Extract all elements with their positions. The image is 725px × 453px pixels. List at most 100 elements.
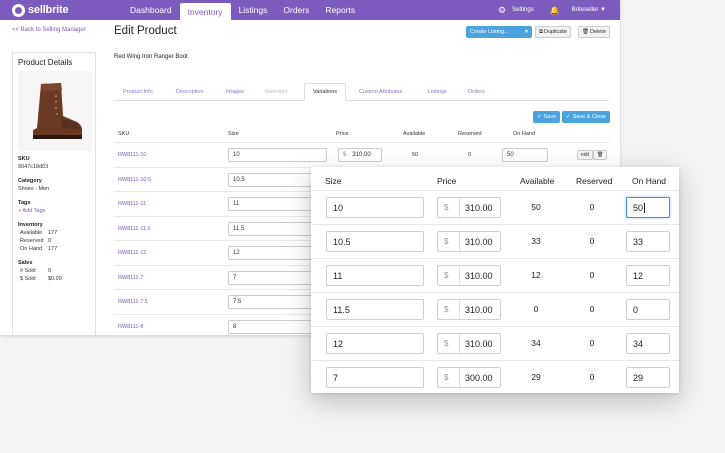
chevron-down-icon: ▼ (600, 7, 606, 13)
price-input[interactable]: $300.00 (437, 367, 501, 388)
tab-orders[interactable]: Orders (468, 83, 485, 101)
inventory-available-value: 177 (48, 230, 58, 236)
available-value: 12 (531, 270, 541, 280)
gear-icon[interactable]: ⚙ (498, 5, 506, 16)
divider (311, 292, 679, 293)
onhand-input[interactable]: 34 (626, 333, 670, 354)
back-link[interactable]: << Back to Selling Manager (12, 27, 86, 33)
delete-button[interactable]: 🗑 Delete (578, 26, 610, 38)
variation-sku-link[interactable]: RW8111-12 (118, 250, 146, 256)
onhand-input[interactable]: 0 (626, 299, 670, 320)
currency-symbol: $ (444, 300, 460, 319)
logo-mark-icon (12, 3, 25, 17)
screenshot-root: sellbrite Dashboard Inventory Listings O… (0, 0, 725, 453)
divider (114, 142, 609, 143)
size-input[interactable]: 10 (228, 148, 327, 162)
size-input[interactable]: 10 (326, 197, 424, 218)
tab-images[interactable]: Images (226, 83, 244, 101)
tab-custom-attributes[interactable]: Custom Attributes (359, 83, 402, 101)
trash-icon: 🗑 (582, 29, 589, 35)
nav-item-orders[interactable]: Orders (275, 0, 317, 20)
onhand-input[interactable]: 33 (626, 231, 670, 252)
add-tags-link[interactable]: + Add Tags (18, 208, 90, 214)
edit-button[interactable]: edit (577, 150, 594, 160)
price-input[interactable]: $310.00 (437, 265, 501, 286)
onhand-input[interactable]: 50 (502, 148, 548, 162)
settings-link[interactable]: Settings (512, 7, 534, 13)
inventory-label: Inventory (18, 222, 43, 228)
variation-sku-link[interactable]: RW8111-10 (118, 152, 146, 158)
price-value: 310.00 (352, 152, 371, 158)
price-value: 310.00 (465, 202, 493, 213)
tab-inventory[interactable]: Inventory (265, 83, 288, 101)
save-button[interactable]: ✓ Save (533, 111, 561, 123)
inventory-reserved-label: Reserved (20, 238, 44, 244)
price-input[interactable]: $310.00 (437, 333, 501, 354)
trash-icon[interactable]: 🗑 (593, 150, 608, 160)
size-input[interactable]: 7 (326, 367, 424, 388)
size-input[interactable]: 10.5 (326, 231, 424, 252)
col-header-available: Available (403, 131, 426, 137)
divider (311, 190, 679, 191)
tab-description[interactable]: Description (176, 83, 204, 101)
top-nav: sellbrite Dashboard Inventory Listings O… (0, 0, 620, 20)
col-header-price: Price (437, 176, 457, 186)
check-icon: ✓ (537, 114, 542, 120)
sold-count-value: 0 (48, 268, 52, 274)
onhand-input[interactable]: 12 (626, 265, 670, 286)
size-input[interactable]: 12 (326, 333, 424, 354)
available-value: 50 (412, 152, 419, 158)
copy-icon: ⧉ (539, 28, 543, 35)
nav-item-dashboard[interactable]: Dashboard (122, 0, 180, 20)
inventory-row: On Hand 177 (18, 246, 90, 252)
sku-value: 9047c18d03 (18, 164, 49, 170)
currency-symbol: $ (444, 266, 460, 285)
duplicate-button[interactable]: ⧉ Duplicate (535, 26, 571, 38)
logo[interactable]: sellbrite (12, 3, 112, 17)
variation-sku-link[interactable]: RW8111-7.5 (118, 299, 148, 305)
nav-item-inventory[interactable]: Inventory (179, 3, 231, 20)
available-value: 0 (533, 304, 539, 314)
price-input[interactable]: $310.00 (338, 148, 382, 162)
tab-product-info[interactable]: Product Info (123, 83, 153, 101)
currency-symbol: $ (444, 232, 460, 251)
create-listing-button[interactable]: Create Listing... ▼ (466, 26, 532, 38)
available-value: 29 (531, 372, 541, 382)
divider (311, 326, 679, 327)
variation-sku-link[interactable]: RW8111-11 (118, 201, 146, 207)
col-header-sku: SKU (118, 131, 130, 137)
onhand-input[interactable]: 29 (626, 367, 670, 388)
user-menu[interactable]: Briteseller ▼ (572, 7, 606, 13)
price-input[interactable]: $310.00 (437, 231, 501, 252)
save-close-button[interactable]: ✓ Save & Close (562, 111, 610, 123)
variation-sku-link[interactable]: RW8111-10.5 (118, 177, 151, 183)
size-input[interactable]: 11.5 (326, 299, 424, 320)
variation-sku-link[interactable]: RW8111-8 (118, 324, 143, 330)
nav-item-reports[interactable]: Reports (317, 0, 363, 20)
bell-icon[interactable]: 🔔 (550, 6, 560, 15)
sales-row: $ Sold $0.00 (18, 276, 90, 282)
duplicate-label: Duplicate (543, 29, 567, 35)
reserved-value: 0 (589, 338, 595, 348)
divider (311, 360, 679, 361)
category-label: Category (18, 178, 42, 184)
delete-label: Delete (589, 29, 606, 35)
tab-variations[interactable]: Variations (304, 83, 347, 101)
price-input[interactable]: $310.00 (437, 197, 501, 218)
variation-sku-link[interactable]: RW8111-7 (118, 275, 143, 281)
col-header-price: Price (336, 131, 349, 137)
nav-item-listings[interactable]: Listings (231, 0, 276, 20)
inventory-onhand-value: 177 (48, 246, 58, 252)
price-input[interactable]: $310.00 (437, 299, 501, 320)
sales-row: # Sold 0 (18, 268, 90, 274)
product-details-sidebar: Product Details SKU 9047c18d03 Category … (12, 52, 96, 335)
available-value: 50 (531, 202, 541, 212)
tab-listings[interactable]: Listings (428, 83, 447, 101)
onhand-input[interactable]: 50 (626, 197, 670, 218)
product-tabs: Product Info Description Images Inventor… (114, 83, 609, 101)
product-image (18, 71, 92, 151)
boot-icon (33, 83, 83, 139)
variation-sku-link[interactable]: RW8111-11.5 (118, 226, 151, 232)
caret-down-icon: ▼ (524, 29, 529, 35)
size-input[interactable]: 11 (326, 265, 424, 286)
